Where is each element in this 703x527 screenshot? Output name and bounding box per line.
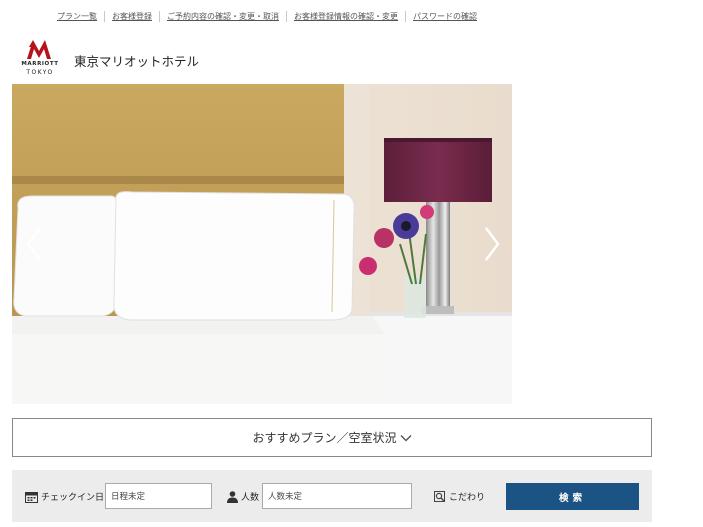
nav-link-plan-list[interactable]: プラン一覧 xyxy=(50,11,104,22)
search-bar: チェックイン日 日程未定 人数 人数未定 こだわり 検索 xyxy=(12,470,652,522)
recommended-plans-label: おすすめプラン／空室状況 xyxy=(252,431,397,445)
nav-link-register[interactable]: お客様登録 xyxy=(105,11,159,22)
hotel-name: 東京マリオットホテル xyxy=(74,54,200,69)
carousel-next-button[interactable] xyxy=(478,224,504,264)
guests-label-group: 人数 xyxy=(227,490,259,503)
search-button[interactable]: 検索 xyxy=(506,483,639,510)
guests-field[interactable]: 人数未定 xyxy=(262,483,412,509)
marriott-logo[interactable]: MARRIOTT TOKYO xyxy=(11,37,69,79)
checkin-label: チェックイン日 xyxy=(41,493,105,503)
hero-carousel xyxy=(12,84,512,404)
preference-filter[interactable]: こだわり xyxy=(434,490,485,503)
nav-link-password[interactable]: パスワードの確認 xyxy=(406,11,484,22)
checkin-label-group: チェックイン日 xyxy=(25,490,104,503)
logo-city-text: TOKYO xyxy=(26,69,54,76)
marriott-m-icon xyxy=(27,40,51,59)
person-icon xyxy=(227,490,238,503)
logo-brand-text: MARRIOTT xyxy=(21,61,59,67)
checkin-date-field[interactable]: 日程未定 xyxy=(105,483,212,509)
carousel-prev-button[interactable] xyxy=(22,224,48,264)
chevron-down-icon xyxy=(400,434,411,441)
chevron-right-icon xyxy=(485,227,500,261)
recommended-plans-toggle[interactable]: おすすめプラン／空室状況 xyxy=(12,418,652,457)
guests-label: 人数 xyxy=(241,493,260,503)
top-navigation: プラン一覧 お客様登録 ご予約内容の確認・変更・取消 お客様登録情報の確認・変更… xyxy=(50,11,484,22)
preference-label: こだわり xyxy=(449,493,486,503)
calendar-icon xyxy=(25,491,38,503)
hotel-room-photo xyxy=(12,84,512,404)
chevron-left-icon xyxy=(26,227,41,261)
nav-link-account-info[interactable]: お客様登録情報の確認・変更 xyxy=(287,11,405,22)
magnifier-filter-icon xyxy=(434,490,445,502)
nav-link-reservation-check[interactable]: ご予約内容の確認・変更・取消 xyxy=(160,11,286,22)
